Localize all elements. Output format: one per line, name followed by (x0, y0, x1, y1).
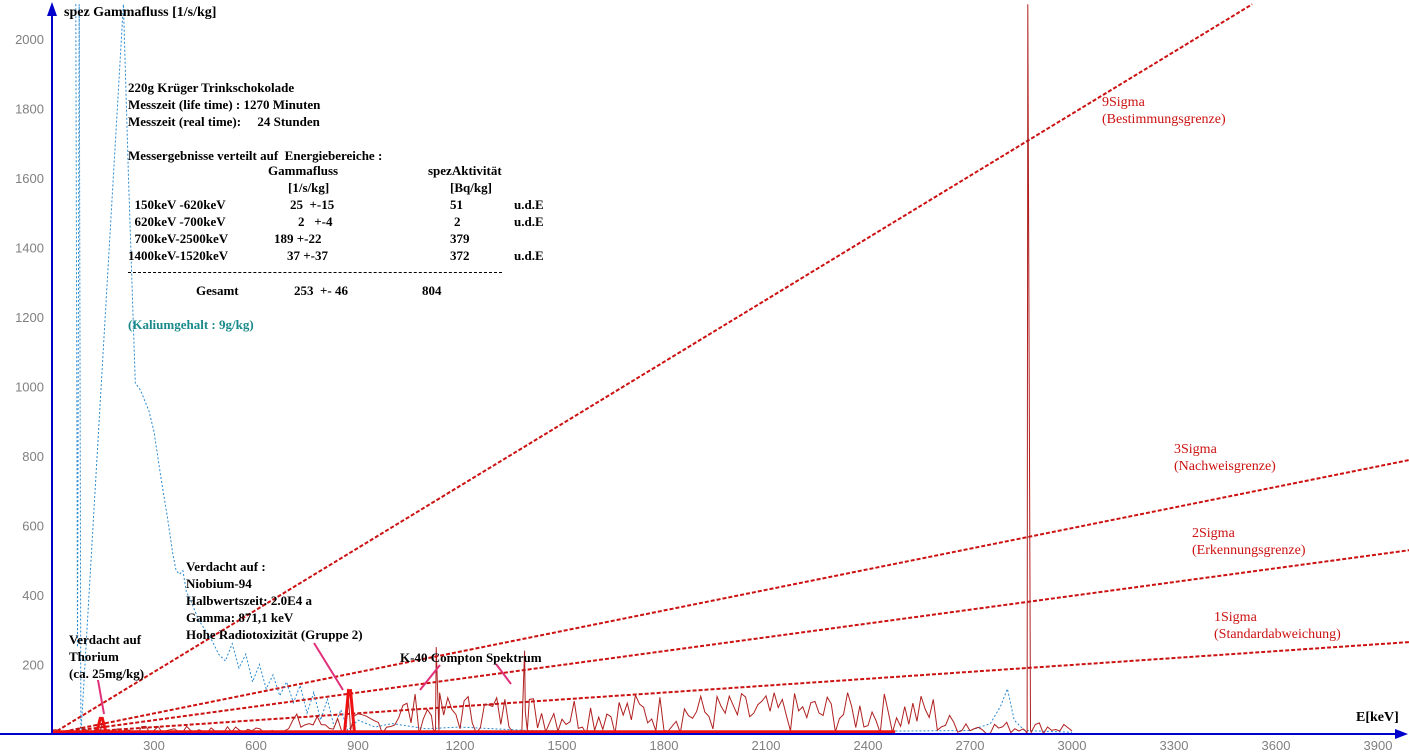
x-tick-label: 1200 (446, 738, 475, 753)
thorium-arrow (97, 679, 105, 715)
x-tick-label: 1500 (548, 738, 577, 753)
results-heading: Messergebnisse verteilt auf Energieberei… (128, 148, 383, 163)
niobium-line-1: Niobium-94 (186, 576, 252, 591)
results-unit-row: [1/s/kg] [Bq/kg] (128, 180, 559, 197)
table-row: 700keV-2500keV 189 +-22 379 (128, 231, 470, 246)
x-tick-label: 1800 (650, 738, 679, 753)
results-header-row: Gammafluss spezAktivität (128, 163, 559, 180)
sample-title: 220g Krüger Trinkschokolade (128, 80, 295, 95)
results-table: Gammafluss spezAktivität [1/s/kg] [Bq/kg… (128, 163, 559, 265)
y-axis-title: spez Gammafluss [1/s/kg] (64, 5, 217, 20)
y-tick-label: 1400 (15, 241, 44, 256)
table-row: 1400keV-1520keV 37 +-37 372 u.d.E (128, 248, 544, 263)
x-tick-label: 3000 (1058, 738, 1087, 753)
table-separator (128, 272, 502, 273)
sigma-line-3 (51, 641, 1409, 735)
x-tick-label: 2700 (956, 738, 985, 753)
activity-header: spezAktivität (428, 163, 502, 178)
thorium-line-1: Thorium (69, 649, 119, 664)
x-axis-arrow (1395, 729, 1408, 739)
potassium-content: (Kaliumgehalt : 9g/kg) (128, 317, 254, 332)
sigma3-label: 3Sigma (Nachweisgrenze) (1174, 442, 1276, 474)
y-tick-label: 1800 (15, 102, 44, 117)
y-tick-label: 400 (22, 588, 44, 603)
sigma1-label: 1Sigma (Standardabweichung) (1214, 610, 1341, 642)
y-axis-arrow (47, 2, 57, 16)
x-tick-label: 3900 (1364, 738, 1393, 753)
sigma9-label: 9Sigma (Bestimmungsgrenze) (1102, 95, 1226, 127)
flux-unit: [1/s/kg] (288, 180, 330, 195)
x-tick-label: 600 (245, 738, 267, 753)
y-tick-label: 600 (22, 519, 44, 534)
y-tick-label: 2000 (15, 32, 44, 47)
total-activity: 804 (422, 283, 442, 298)
niobium-arrow (313, 642, 344, 691)
flux-header: Gammafluss (268, 163, 339, 178)
x-tick-label: 2400 (854, 738, 883, 753)
sigma2-label: 2Sigma (Erkennungsgrenze) (1192, 526, 1306, 558)
x-tick-label: 900 (347, 738, 369, 753)
niobium-line-3: Gamma: 871,1 keV (186, 610, 294, 625)
activity-unit: [Bq/kg] (450, 180, 492, 195)
k40-label: K-40 Compton Spektrum (400, 650, 542, 665)
niobium-line-0: Verdacht auf : (186, 559, 266, 574)
life-time: Messzeit (life time) : 1270 Minuten (128, 97, 321, 112)
x-tick-label: 2100 (752, 738, 781, 753)
table-row: 150keV -620keV 25 +-15 51 u.d.E (128, 197, 544, 212)
y-tick-label: 1600 (15, 171, 44, 186)
total-label: Gesamt (196, 283, 239, 298)
x-tick-label: 3300 (1160, 738, 1189, 753)
y-tick-label: 1200 (15, 310, 44, 325)
x-tick-label: 300 (143, 738, 165, 753)
real-time: Messzeit (real time): 24 Stunden (128, 114, 320, 129)
niobium-line-2: Halbwertszeit: 2.0E4 a (186, 593, 313, 608)
niobium-line-4: Hohe Radiotoxizität (Gruppe 2) (186, 627, 363, 642)
total-flux: 253 +- 46 (294, 283, 348, 298)
thorium-line-0: Verdacht auf (69, 632, 142, 647)
x-tick-label: 3600 (1262, 738, 1291, 753)
thorium-line-2: (ca. 25mg/kg) (69, 666, 145, 681)
table-row: 620keV -700keV 2 +-4 2 u.d.E (128, 214, 544, 229)
y-tick-label: 200 (22, 658, 44, 673)
y-tick-label: 800 (22, 449, 44, 464)
x-axis-title: E[keV] (1356, 710, 1399, 725)
y-tick-label: 1000 (15, 380, 44, 395)
